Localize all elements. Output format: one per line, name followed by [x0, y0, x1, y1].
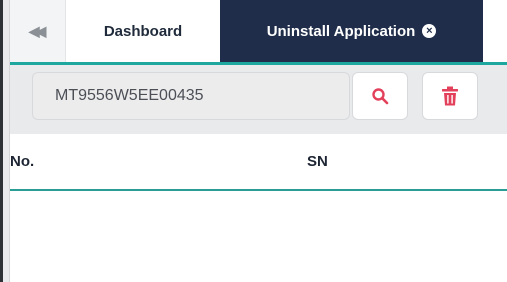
tab-collapse-button[interactable]: ◀◀ — [10, 0, 66, 62]
tab-uninstall-application-label: Uninstall Application — [266, 22, 416, 40]
tab-bar: ◀◀ Dashboard Uninstall Application × — [10, 0, 507, 62]
left-edge-strip — [0, 0, 10, 282]
column-header-sn[interactable]: SN — [307, 134, 328, 189]
double-chevron-left-icon: ◀◀ — [28, 22, 46, 39]
tab-uninstall-application[interactable]: Uninstall Application × — [220, 0, 483, 62]
search-toolbar — [10, 65, 507, 134]
column-header-no[interactable]: No. — [10, 134, 34, 189]
table-header: No. SN — [10, 134, 507, 191]
delete-button[interactable] — [422, 72, 478, 120]
left-edge-accent — [0, 0, 3, 282]
app-frame: ◀◀ Dashboard Uninstall Application × MT9… — [0, 0, 507, 282]
tab-dashboard-label: Dashboard — [103, 22, 183, 40]
table-body — [10, 191, 507, 282]
search-icon — [372, 88, 389, 105]
close-circle-icon[interactable]: × — [422, 24, 437, 38]
serial-number-input[interactable] — [32, 72, 350, 120]
trash-icon — [442, 86, 458, 106]
search-button[interactable] — [352, 72, 408, 120]
tab-dashboard[interactable]: Dashboard — [66, 0, 220, 62]
